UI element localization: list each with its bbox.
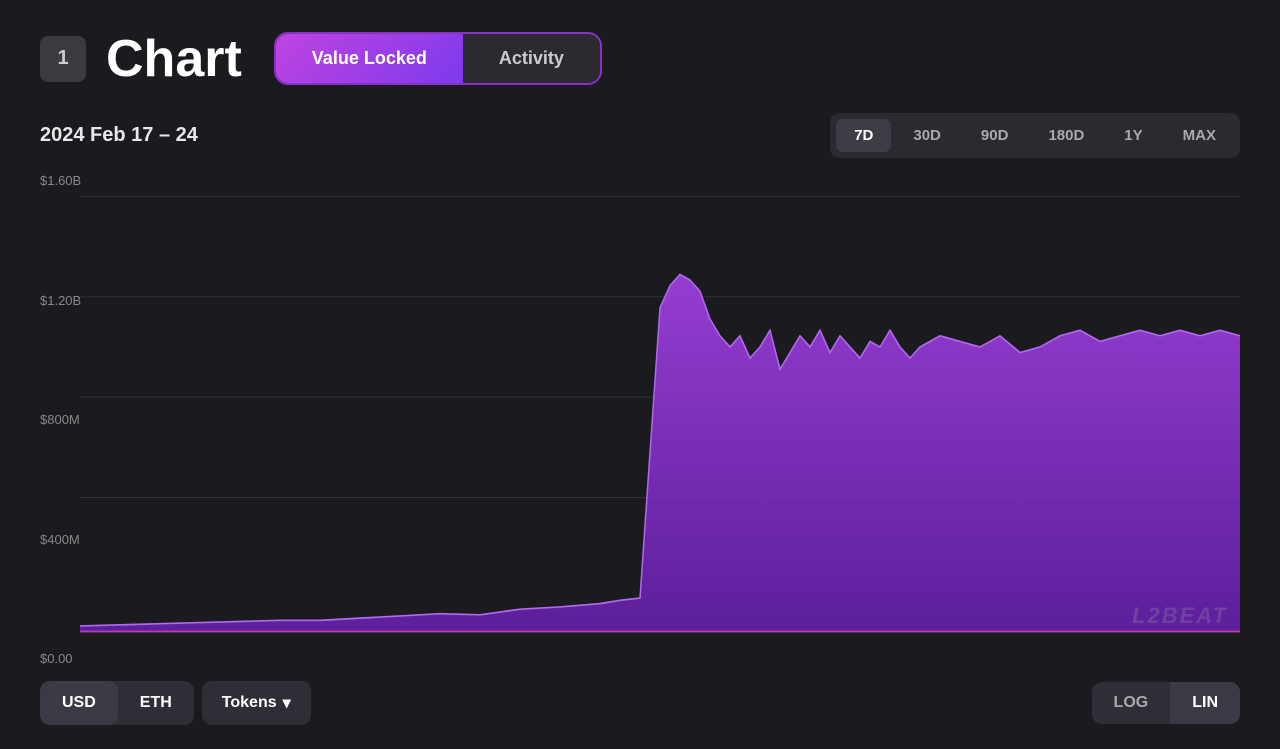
time-btn-30d[interactable]: 30D	[895, 119, 959, 152]
bottom-bar: USD ETH Tokens ▾ LOG LIN	[40, 681, 1240, 725]
chart-header: 1 Chart Value Locked Activity	[40, 32, 1240, 85]
currency-usd-button[interactable]: USD	[40, 681, 118, 725]
tokens-dropdown-button[interactable]: Tokens ▾	[202, 681, 311, 725]
time-btn-7d[interactable]: 7D	[836, 119, 891, 152]
scale-lin-button[interactable]: LIN	[1170, 682, 1240, 724]
bottom-left-controls: USD ETH Tokens ▾	[40, 681, 311, 725]
chart-svg	[40, 174, 1240, 665]
scale-group: LOG LIN	[1092, 682, 1240, 724]
chart-tab-group: Value Locked Activity	[274, 32, 602, 85]
tokens-label: Tokens	[222, 694, 277, 712]
currency-eth-button[interactable]: ETH	[118, 681, 194, 725]
currency-group: USD ETH	[40, 681, 194, 725]
controls-row: 2024 Feb 17 – 24 7D 30D 90D 180D 1Y MAX	[40, 113, 1240, 158]
chart-area: $1.60B $1.20B $800M $400M $0.00 L2BEAT	[40, 174, 1240, 665]
page-title: Chart	[106, 33, 242, 85]
tab-value-locked[interactable]: Value Locked	[276, 34, 463, 83]
chart-badge: 1	[40, 36, 86, 82]
watermark: L2BEAT	[1132, 603, 1228, 629]
date-range: 2024 Feb 17 – 24	[40, 124, 198, 147]
scale-log-button[interactable]: LOG	[1092, 682, 1171, 724]
tokens-chevron-icon: ▾	[283, 693, 291, 713]
time-btn-180d[interactable]: 180D	[1030, 119, 1102, 152]
time-btn-max[interactable]: MAX	[1165, 119, 1234, 152]
time-btn-1y[interactable]: 1Y	[1106, 119, 1160, 152]
tab-activity[interactable]: Activity	[463, 34, 600, 83]
time-btn-90d[interactable]: 90D	[963, 119, 1027, 152]
time-button-group: 7D 30D 90D 180D 1Y MAX	[830, 113, 1240, 158]
